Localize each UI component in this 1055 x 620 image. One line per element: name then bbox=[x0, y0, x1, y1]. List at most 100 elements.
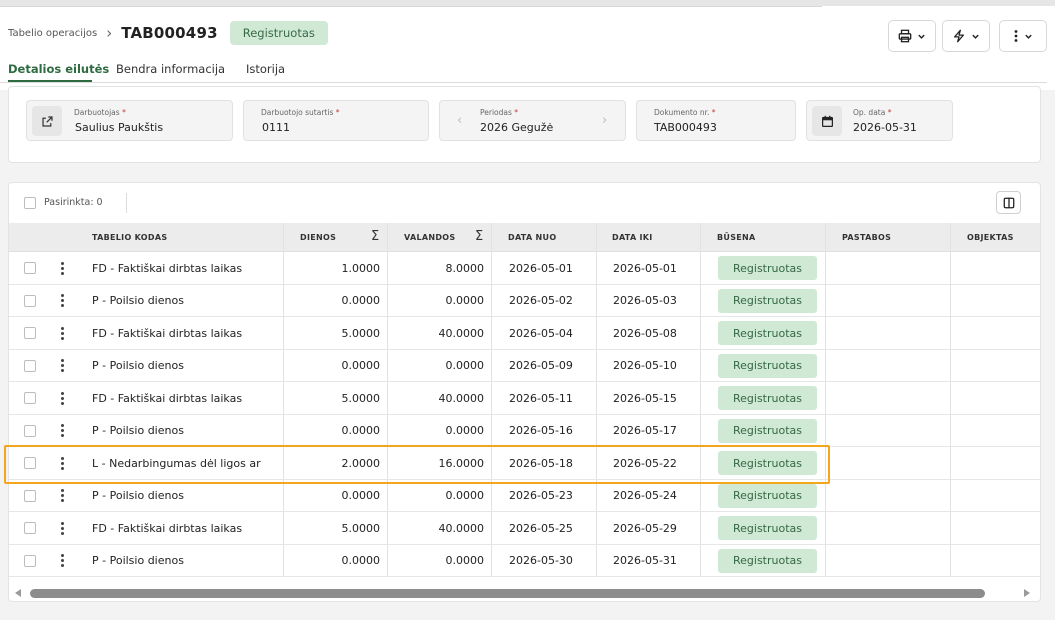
row-checkbox[interactable] bbox=[24, 554, 36, 567]
date-picker-button[interactable] bbox=[812, 106, 842, 136]
document-fields-card: Darbuotojas * Saulius Paukštis Darbuotoj… bbox=[8, 86, 1041, 163]
chevron-down-icon bbox=[972, 34, 979, 39]
grid-toolbar: Pasirinkta: 0 bbox=[9, 183, 1040, 223]
lines-grid: Pasirinkta: 0 TABELIO KODAS DIENOS Σ VAL… bbox=[8, 182, 1041, 602]
row-menu-icon[interactable] bbox=[59, 553, 65, 569]
top-divider bbox=[0, 6, 822, 7]
employee-label: Darbuotojas * bbox=[74, 108, 126, 117]
table-row[interactable]: FD - Faktiškai dirbtas laikas 5.0000 40.00… bbox=[9, 317, 1040, 350]
row-checkbox[interactable] bbox=[24, 262, 36, 274]
row-checkbox[interactable] bbox=[24, 424, 36, 437]
table-row[interactable]: P - Poilsio dienos 0.0000 0.0000 2026-05-30… bbox=[9, 545, 1040, 577]
row-menu-icon[interactable] bbox=[59, 390, 65, 406]
chevron-down-icon bbox=[1025, 34, 1032, 39]
actions-button[interactable] bbox=[942, 20, 990, 52]
row-checkbox[interactable] bbox=[24, 392, 36, 404]
select-all-checkbox[interactable] bbox=[24, 197, 36, 209]
table-row[interactable]: FD - Faktiškai dirbtas laikas 5.0000 40.00… bbox=[9, 512, 1040, 545]
table-header: TABELIO KODAS DIENOS Σ VALANDOS Σ DATA N… bbox=[9, 223, 1040, 252]
document-number-field[interactable]: Dokumento nr. * TAB000493 bbox=[636, 100, 796, 141]
cell-date-to: 2026-05-08 bbox=[613, 326, 677, 340]
contract-label: Darbuotojo sutartis * bbox=[261, 108, 340, 117]
cell-hours: 40.0000 bbox=[438, 391, 485, 405]
more-options-button[interactable] bbox=[999, 20, 1047, 52]
row-checkbox[interactable] bbox=[24, 327, 36, 339]
page-title: TAB000493 bbox=[121, 24, 218, 42]
period-prev-icon[interactable]: ‹ bbox=[457, 113, 462, 128]
cell-code: P - Poilsio dienos bbox=[92, 359, 184, 372]
cell-days: 5.0000 bbox=[341, 521, 381, 535]
op-date-field[interactable]: Op. data * 2026-05-31 bbox=[806, 100, 953, 141]
row-checkbox[interactable] bbox=[24, 522, 36, 534]
columns-toggle-button[interactable] bbox=[996, 191, 1021, 214]
row-checkbox[interactable] bbox=[24, 294, 36, 307]
external-link-icon bbox=[41, 115, 53, 127]
contract-field[interactable]: Darbuotojo sutartis * 0111 bbox=[243, 100, 429, 141]
cell-date-from: 2026-05-30 bbox=[509, 554, 573, 567]
cell-days: 1.0000 bbox=[341, 261, 381, 275]
scroll-right-icon[interactable] bbox=[1024, 589, 1030, 597]
cell-date-from: 2026-05-01 bbox=[509, 261, 573, 275]
cell-days: 0.0000 bbox=[341, 359, 381, 372]
cell-date-to: 2026-05-24 bbox=[613, 489, 677, 502]
row-menu-icon[interactable] bbox=[59, 260, 65, 276]
cell-days: 0.0000 bbox=[341, 424, 381, 437]
calendar-icon bbox=[821, 115, 833, 127]
period-field[interactable]: ‹ Periodas * 2026 Gegužė › bbox=[439, 100, 626, 141]
scrollbar-thumb[interactable] bbox=[30, 589, 985, 598]
row-menu-icon[interactable] bbox=[59, 488, 65, 504]
cell-days: 0.0000 bbox=[341, 489, 381, 502]
printer-icon bbox=[898, 29, 912, 43]
column-header-date-to[interactable]: DATA IKI bbox=[612, 223, 653, 252]
horizontal-scrollbar[interactable] bbox=[8, 584, 1041, 602]
row-status-badge: Registruotas bbox=[718, 516, 817, 540]
op-date-label: Op. data * bbox=[853, 108, 892, 117]
table-row[interactable]: FD - Faktiškai dirbtas laikas 5.0000 40.00… bbox=[9, 382, 1040, 415]
row-menu-icon[interactable] bbox=[59, 293, 65, 309]
column-header-notes[interactable]: PASTABOS bbox=[842, 223, 891, 252]
tab-history[interactable]: Istorija bbox=[246, 62, 285, 76]
sum-days-icon[interactable]: Σ bbox=[371, 229, 379, 244]
row-menu-icon[interactable] bbox=[59, 358, 65, 374]
sum-hours-icon[interactable]: Σ bbox=[475, 229, 483, 244]
column-header-hours[interactable]: VALANDOS bbox=[404, 223, 455, 252]
chevron-right-icon: › bbox=[106, 24, 113, 42]
row-status-badge: Registruotas bbox=[718, 548, 817, 573]
cell-date-from: 2026-05-11 bbox=[509, 391, 573, 405]
scroll-left-icon[interactable] bbox=[15, 589, 21, 597]
employee-value: Saulius Paukštis bbox=[75, 121, 164, 134]
active-tab-indicator bbox=[8, 80, 92, 82]
row-checkbox[interactable] bbox=[24, 359, 36, 372]
row-status-badge: Registruotas bbox=[718, 321, 817, 345]
cell-code: FD - Faktiškai dirbtas laikas bbox=[92, 261, 243, 275]
tab-detail-lines[interactable]: Detalios eilutės bbox=[8, 62, 109, 76]
table-row[interactable]: P - Poilsio dienos 0.0000 0.0000 2026-05-02… bbox=[9, 285, 1040, 317]
row-menu-icon[interactable] bbox=[59, 423, 65, 439]
column-header-date-from[interactable]: DATA NUO bbox=[508, 223, 556, 252]
row-status-badge: Registruotas bbox=[718, 483, 817, 508]
row-menu-icon[interactable] bbox=[59, 325, 65, 341]
column-header-status[interactable]: BŪSENA bbox=[717, 223, 756, 252]
cell-days: 5.0000 bbox=[341, 326, 381, 340]
document-number-value: TAB000493 bbox=[654, 121, 717, 134]
cell-date-to: 2026-05-31 bbox=[613, 554, 677, 567]
row-status-badge: Registruotas bbox=[718, 256, 817, 280]
row-status-badge: Registruotas bbox=[718, 386, 817, 410]
breadcrumb-parent-link[interactable]: Tabelio operacijos bbox=[8, 28, 97, 39]
table-row[interactable]: FD - Faktiškai dirbtas laikas 1.0000 8.000… bbox=[9, 252, 1040, 285]
table-row[interactable]: P - Poilsio dienos 0.0000 0.0000 2026-05-16… bbox=[9, 415, 1040, 447]
column-header-object[interactable]: OBJEKTAS bbox=[967, 223, 1014, 252]
table-row[interactable]: P - Poilsio dienos 0.0000 0.0000 2026-05-23… bbox=[9, 480, 1040, 512]
row-checkbox[interactable] bbox=[24, 489, 36, 502]
vertical-dots-icon bbox=[1014, 30, 1018, 42]
open-employee-button[interactable] bbox=[32, 106, 62, 136]
status-badge: Registruotas bbox=[229, 21, 328, 45]
period-next-icon[interactable]: › bbox=[602, 113, 607, 128]
column-header-code[interactable]: TABELIO KODAS bbox=[92, 223, 167, 252]
print-button[interactable] bbox=[888, 20, 936, 52]
table-row[interactable]: P - Poilsio dienos 0.0000 0.0000 2026-05-09… bbox=[9, 350, 1040, 382]
tab-general-info[interactable]: Bendra informacija bbox=[116, 62, 225, 76]
column-header-days[interactable]: DIENOS bbox=[300, 223, 336, 252]
row-menu-icon[interactable] bbox=[59, 520, 65, 536]
employee-field[interactable]: Darbuotojas * Saulius Paukštis bbox=[26, 100, 233, 141]
